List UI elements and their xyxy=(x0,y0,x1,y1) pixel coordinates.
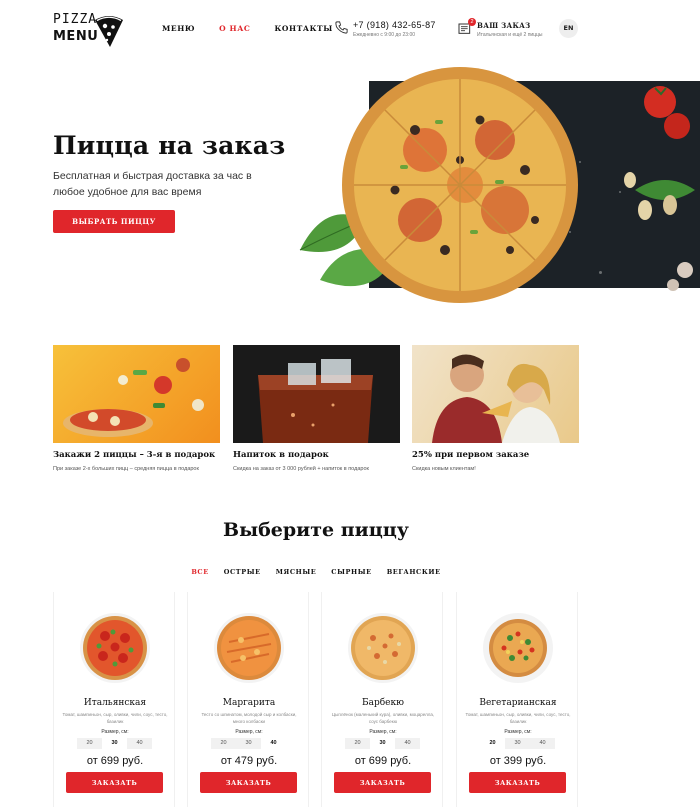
product-name: Вегетарианская xyxy=(479,698,557,708)
size-selector: 20 30 40 xyxy=(77,738,152,749)
site-header: PIZZA MENU МЕНЮ О НАС КОНТАКТЫ +7 (918) … xyxy=(0,0,700,58)
size-selector: 20 30 40 xyxy=(480,738,555,749)
logo[interactable]: PIZZA MENU xyxy=(53,12,133,48)
hero-title: Пицца на заказ xyxy=(53,131,286,160)
language-switch[interactable]: EN xyxy=(559,19,578,38)
product-name: Барбекю xyxy=(362,698,404,708)
size-option-40[interactable]: 40 xyxy=(395,738,420,749)
promo-title-2: Напиток в подарок xyxy=(233,450,329,460)
pizza-image-bbq xyxy=(348,613,418,683)
size-selector: 20 30 40 xyxy=(211,738,286,749)
promo-desc-2: Скидка на заказ от 3 000 рублей + напито… xyxy=(233,466,369,472)
product-price: от 399 руб. xyxy=(489,755,547,767)
promo-card-2[interactable]: Напиток в подарок Скидка на заказ от 3 0… xyxy=(233,345,400,472)
product-price: от 699 руб. xyxy=(354,755,412,767)
logo-line-2: MENU xyxy=(53,29,99,44)
phone-hours: Ежедневно с 9:00 до 23:00 xyxy=(353,32,416,38)
pizza-filter-tabs: ВСЕ ОСТРЫЕ МЯСНЫЕ СЫРНЫЕ ВЕГАНСКИЕ xyxy=(0,568,632,576)
cart-summary: Итальянская и ещё 2 пиццы xyxy=(477,32,543,38)
cart-button[interactable]: 2 ВАШ ЗАКАЗ Итальянская и ещё 2 пиццы xyxy=(457,18,552,42)
phone-number: +7 (918) 432-65-87 xyxy=(353,20,436,30)
promo-image-cola xyxy=(233,345,400,443)
filter-cheese[interactable]: СЫРНЫЕ xyxy=(331,568,371,576)
product-name: Итальянская xyxy=(83,698,147,708)
hero-subtitle: Бесплатная и быстрая доставка за час в л… xyxy=(53,170,252,198)
product-ingredients: Тесто со шпинатом, молодой сыр и колбаск… xyxy=(201,712,297,724)
size-selector: 20 30 40 xyxy=(345,738,420,749)
promo-card-1[interactable]: Закажи 2 пиццы – 3-я в подарок При заказ… xyxy=(53,345,220,472)
product-ingredients: Томат, шампиньон, сыр, оливки, чили, соу… xyxy=(62,712,168,724)
product-card: Маргарита Тесто со шпинатом, молодой сыр… xyxy=(187,592,309,807)
product-card: Барбекю Цыплёнок (маленький кура), оливк… xyxy=(321,592,443,807)
phone-icon xyxy=(335,21,348,34)
filter-meat[interactable]: МЯСНЫЕ xyxy=(276,568,317,576)
order-button[interactable]: ЗАКАЗАТЬ xyxy=(200,772,297,793)
logo-line-1: PIZZA xyxy=(53,12,98,27)
size-label: Размер, см: xyxy=(101,729,129,735)
size-option-30[interactable]: 30 xyxy=(505,738,530,749)
product-price: от 699 руб. xyxy=(86,755,144,767)
size-option-40[interactable]: 40 xyxy=(530,738,555,749)
pizza-slice-logo-icon xyxy=(95,16,123,47)
size-option-40[interactable]: 40 xyxy=(261,738,286,749)
size-option-30[interactable]: 30 xyxy=(102,738,127,749)
cart-count-badge: 2 xyxy=(468,18,476,26)
product-name: Маргарита xyxy=(222,698,276,708)
size-option-30[interactable]: 30 xyxy=(236,738,261,749)
product-card: Вегетарианская Томат, шампиньон, сыр, ол… xyxy=(456,592,578,807)
size-label: Размер, см: xyxy=(369,729,397,735)
size-option-20[interactable]: 20 xyxy=(345,738,370,749)
promo-desc-3: Скидка новым клиентам! xyxy=(412,466,476,472)
hero-pizza-image xyxy=(299,67,695,303)
order-button[interactable]: ЗАКАЗАТЬ xyxy=(334,772,431,793)
product-ingredients: Томат, шампиньон, сыр, оливки, чили, соу… xyxy=(465,712,571,724)
product-card: Итальянская Томат, шампиньон, сыр, оливк… xyxy=(53,592,175,807)
nav-menu[interactable]: МЕНЮ xyxy=(162,24,195,33)
filter-all[interactable]: ВСЕ xyxy=(191,568,208,576)
size-option-20[interactable]: 20 xyxy=(77,738,102,749)
promo-desc-1: При заказе 2-х больших пицц – средняя пи… xyxy=(53,466,199,472)
nav-contacts[interactable]: КОНТАКТЫ xyxy=(274,24,332,33)
pizza-image-italian xyxy=(80,613,150,683)
promo-image-couple xyxy=(412,345,579,443)
nav-about[interactable]: О НАС xyxy=(219,24,250,33)
phone-block[interactable]: +7 (918) 432-65-87 Ежедневно с 9:00 до 2… xyxy=(334,18,444,42)
product-price: от 479 руб. xyxy=(220,755,278,767)
size-option-40[interactable]: 40 xyxy=(127,738,152,749)
pizza-image-vegetarian xyxy=(483,613,553,683)
size-label: Размер, см: xyxy=(504,729,532,735)
promo-title-1: Закажи 2 пиццы – 3-я в подарок xyxy=(53,450,216,460)
section-title: Выберите пиццу xyxy=(223,519,409,541)
size-option-20[interactable]: 20 xyxy=(480,738,505,749)
choose-pizza-button[interactable]: ВЫБРАТЬ ПИЦЦУ xyxy=(53,210,175,233)
main-nav: МЕНЮ О НАС КОНТАКТЫ xyxy=(162,24,357,33)
promo-title-3: 25% при первом заказе xyxy=(412,450,530,460)
size-option-20[interactable]: 20 xyxy=(211,738,236,749)
promo-card-3[interactable]: 25% при первом заказе Скидка новым клиен… xyxy=(412,345,579,472)
filter-vegan[interactable]: ВЕГАНСКИЕ xyxy=(387,568,441,576)
size-label: Размер, см: xyxy=(235,729,263,735)
pizza-image-margherita xyxy=(214,613,284,683)
order-button[interactable]: ЗАКАЗАТЬ xyxy=(66,772,163,793)
filter-spicy[interactable]: ОСТРЫЕ xyxy=(224,568,261,576)
order-button[interactable]: ЗАКАЗАТЬ xyxy=(469,772,566,793)
cart-label: ВАШ ЗАКАЗ xyxy=(477,21,531,30)
product-ingredients: Цыплёнок (маленький кура), оливки, моцар… xyxy=(331,712,435,724)
promo-image-pizza-ingredients xyxy=(53,345,220,443)
size-option-30[interactable]: 30 xyxy=(370,738,395,749)
